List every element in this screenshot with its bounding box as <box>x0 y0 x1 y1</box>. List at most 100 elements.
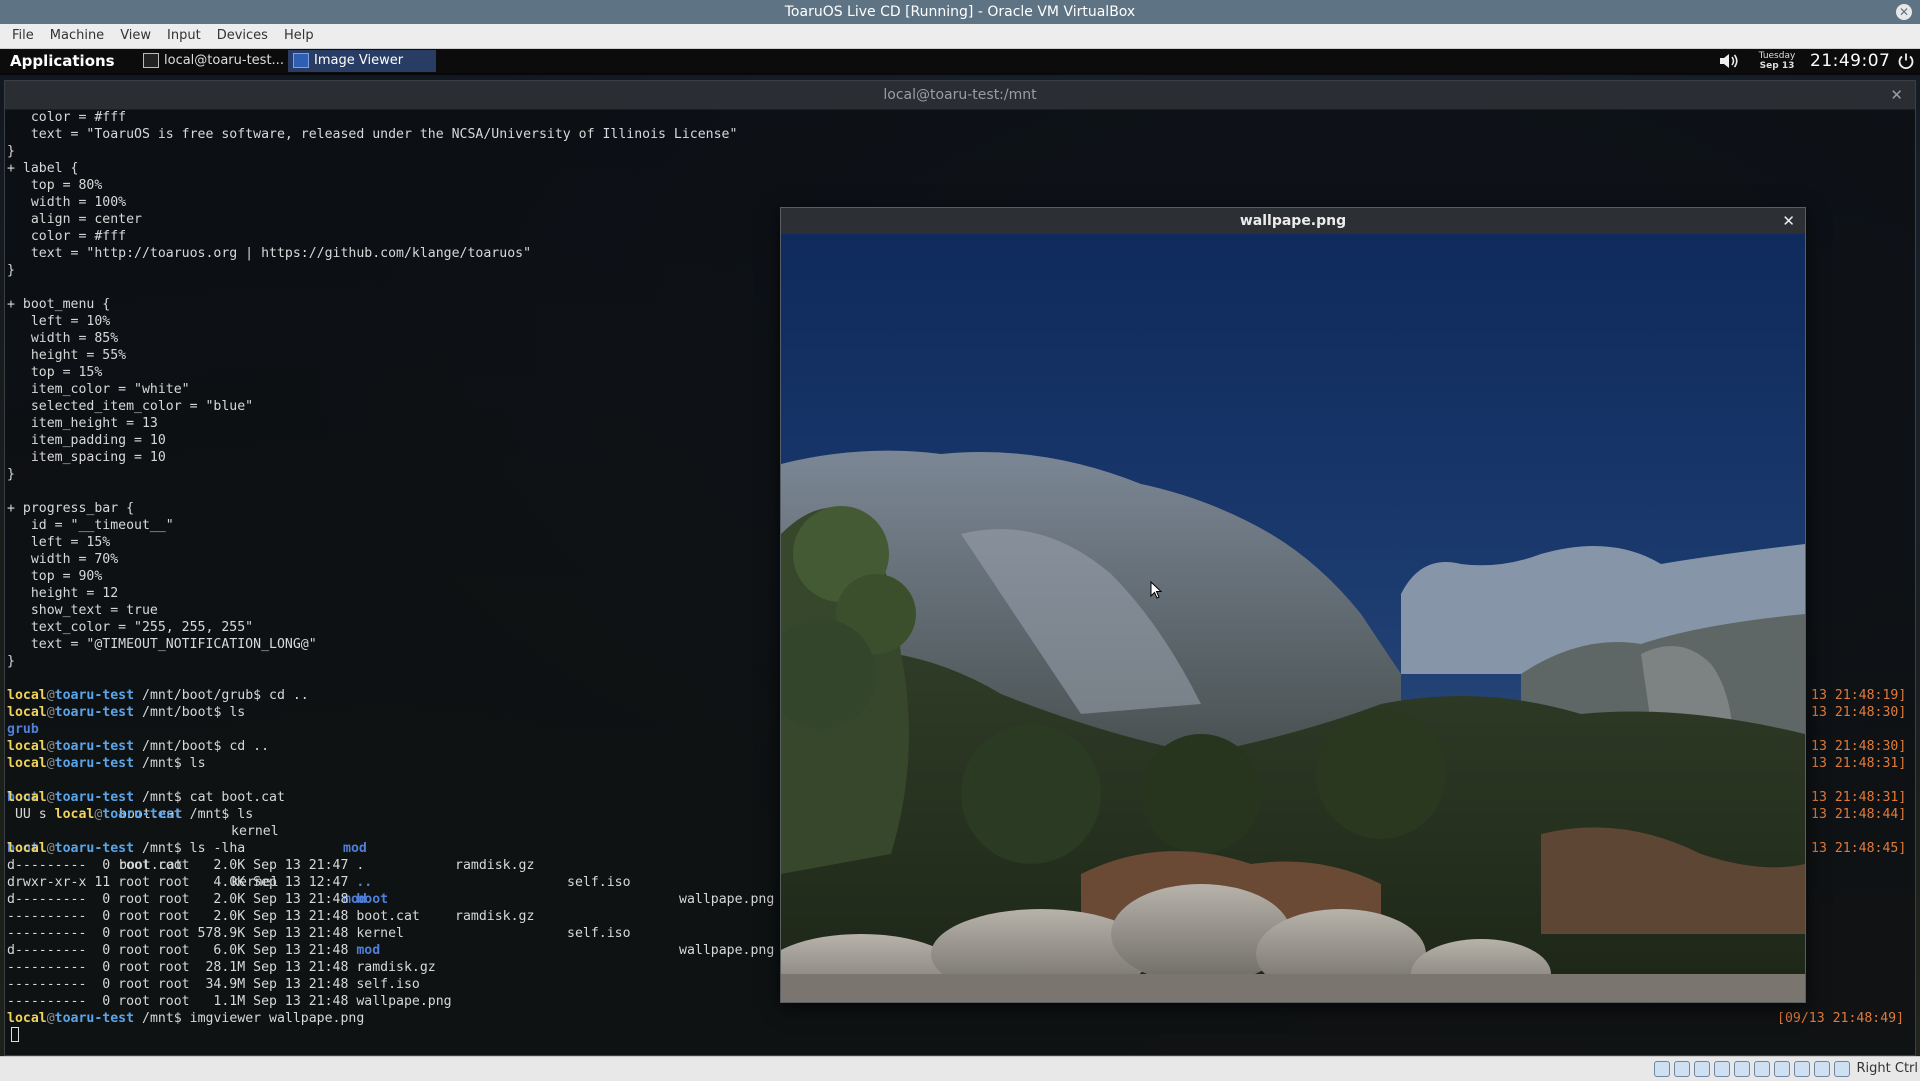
taskbar-item-terminal[interactable]: local@toaru-test... <box>138 50 288 72</box>
ls-output-row: boot boot.cat kernel mod ramdisk.gz self… <box>7 790 775 907</box>
timestamp: [09/13 21:48:49] <box>1777 1011 1905 1026</box>
ls-lha-row: ---------- 0 root root 1.1M Sep 13 21:48… <box>7 993 452 1010</box>
config-line: item_height = 13 <box>7 416 158 431</box>
file-meta: d--------- 0 root root 2.0K Sep 13 21:47 <box>7 858 357 873</box>
display-icon[interactable] <box>1774 1061 1790 1077</box>
keyboard-capture-icon[interactable] <box>1834 1061 1850 1077</box>
config-line: width = 85% <box>7 331 119 346</box>
optical-drive-icon[interactable] <box>1674 1061 1690 1077</box>
taskbar-item-label: Image Viewer <box>314 53 404 68</box>
terminal-title: local@toaru-test:/mnt <box>883 87 1037 103</box>
timestamp: 13 21:48:30] <box>1811 705 1907 720</box>
file-meta: drwxr-xr-x 11 root root 4.0K Sep 13 12:4… <box>7 875 357 890</box>
applications-menu[interactable]: Applications <box>10 49 115 73</box>
timestamp: 13 21:48:45] <box>1811 841 1907 856</box>
power-icon[interactable] <box>1897 52 1915 70</box>
clock-date-label: Sep 13 <box>1759 61 1795 71</box>
image-viewer-window[interactable]: wallpape.png ✕ <box>780 207 1806 1003</box>
image-icon <box>293 53 309 68</box>
terminal-titlebar[interactable]: local@toaru-test:/mnt ✕ <box>5 81 1915 110</box>
config-line: item_padding = 10 <box>7 433 166 448</box>
file-name: mod <box>356 943 381 958</box>
file-name: ramdisk.gz <box>356 960 436 975</box>
ls-lha-row: d--------- 0 root root 2.0K Sep 13 21:48… <box>7 891 388 908</box>
file-meta: ---------- 0 root root 1.1M Sep 13 21:48 <box>7 994 357 1009</box>
volume-icon[interactable] <box>1718 52 1740 70</box>
taskbar-item-image-viewer[interactable]: Image Viewer <box>288 50 436 72</box>
vbox-title: ToaruOS Live CD [Running] - Oracle VM Vi… <box>784 4 1136 20</box>
terminal-line: UU s local@toaru-test /mnt$ ls <box>7 807 254 822</box>
panel-shadow <box>0 73 1920 76</box>
close-icon[interactable]: ✕ <box>1896 4 1912 20</box>
image-viewer-titlebar[interactable]: wallpape.png ✕ <box>781 208 1805 234</box>
shared-folders-icon[interactable] <box>1754 1061 1770 1077</box>
audio-icon[interactable] <box>1694 1061 1710 1077</box>
menu-help[interactable]: Help <box>276 24 322 48</box>
terminal-icon <box>143 53 159 68</box>
ls-lha-row: ---------- 0 root root 28.1M Sep 13 21:4… <box>7 959 436 976</box>
close-icon[interactable]: ✕ <box>1890 81 1903 109</box>
ls-lha-row: ---------- 0 root root 2.0K Sep 13 21:48… <box>7 908 420 925</box>
config-line: selected_item_color = "blue" <box>7 399 254 414</box>
host-key-label: Right Ctrl <box>1856 1061 1919 1076</box>
config-line: text = "ToaruOS is free software, releas… <box>7 127 738 142</box>
image-canvas[interactable] <box>781 234 1805 1002</box>
config-line: } <box>7 654 15 669</box>
config-line: color = #fff <box>7 229 127 244</box>
config-line: height = 12 <box>7 586 119 601</box>
config-line: + progress_bar { <box>7 501 135 516</box>
close-icon[interactable]: ✕ <box>1782 208 1795 234</box>
ls-lha-row: d--------- 0 root root 2.0K Sep 13 21:47… <box>7 857 364 874</box>
mouse-integration-icon[interactable] <box>1814 1061 1830 1077</box>
config-line: left = 10% <box>7 314 111 329</box>
config-line: + label { <box>7 161 79 176</box>
vbox-menubar: File Machine View Input Devices Help <box>0 24 1920 49</box>
file-name: . <box>356 858 365 873</box>
ls-lha-row: ---------- 0 root root 34.9M Sep 13 21:4… <box>7 976 420 993</box>
terminal-line: local@toaru-test /mnt$ imgviewer wallpap… <box>7 1011 365 1026</box>
config-line: width = 100% <box>7 195 127 210</box>
config-line: item_color = "white" <box>7 382 190 397</box>
menu-file[interactable]: File <box>0 24 42 48</box>
file-name: boot.cat <box>356 909 420 924</box>
config-line: text_color = "255, 255, 255" <box>7 620 254 635</box>
mouse-pointer-icon <box>1150 581 1162 599</box>
clock-day: Tuesday <box>1758 51 1796 61</box>
terminal-line: local@toaru-test /mnt$ ls -lha <box>7 841 246 856</box>
file-name: wallpape.png <box>356 994 452 1009</box>
vbox-status-icons <box>1654 1061 1850 1077</box>
terminal-line: grub <box>7 722 39 737</box>
menu-input[interactable]: Input <box>159 24 209 48</box>
config-line: id = "__timeout__" <box>7 518 174 533</box>
timestamp: 13 21:48:31] <box>1811 790 1907 805</box>
ls-lha-row: drwxr-xr-x 11 root root 4.0K Sep 13 12:4… <box>7 874 372 891</box>
config-line: top = 90% <box>7 569 103 584</box>
text-cursor <box>11 1027 19 1042</box>
file-name: boot <box>356 892 389 907</box>
config-line: text = "@TIMEOUT_NOTIFICATION_LONG@" <box>7 637 317 652</box>
menu-view[interactable]: View <box>112 24 159 48</box>
config-line: align = center <box>7 212 142 227</box>
terminal-line: local@toaru-test /mnt/boot$ cd .. <box>7 739 270 754</box>
menu-machine[interactable]: Machine <box>42 24 112 48</box>
config-line: top = 15% <box>7 365 103 380</box>
config-line: height = 55% <box>7 348 127 363</box>
config-line: } <box>7 144 15 159</box>
file-meta: ---------- 0 root root 578.9K Sep 13 21:… <box>7 926 357 941</box>
file-name: kernel <box>356 926 404 941</box>
terminal-line: local@toaru-test /mnt/boot/grub$ cd .. <box>7 688 309 703</box>
config-line: } <box>7 263 15 278</box>
usb-icon[interactable] <box>1734 1061 1750 1077</box>
config-line: + boot_menu { <box>7 297 111 312</box>
video-capture-icon[interactable] <box>1794 1061 1810 1077</box>
network-icon[interactable] <box>1714 1061 1730 1077</box>
file-meta: d--------- 0 root root 2.0K Sep 13 21:48 <box>7 892 357 907</box>
file-meta: ---------- 0 root root 2.0K Sep 13 21:48 <box>7 909 357 924</box>
menu-devices[interactable]: Devices <box>209 24 276 48</box>
clock-date: Tuesday Sep 13 <box>1752 51 1802 71</box>
hard-disk-icon[interactable] <box>1654 1061 1670 1077</box>
file-name: self.iso <box>356 977 420 992</box>
clock-time: 21:49:07 <box>1810 51 1891 71</box>
vbox-statusbar: Right Ctrl <box>0 1056 1920 1081</box>
guest-display[interactable]: Applications local@toaru-test... Image V… <box>0 49 1920 1056</box>
